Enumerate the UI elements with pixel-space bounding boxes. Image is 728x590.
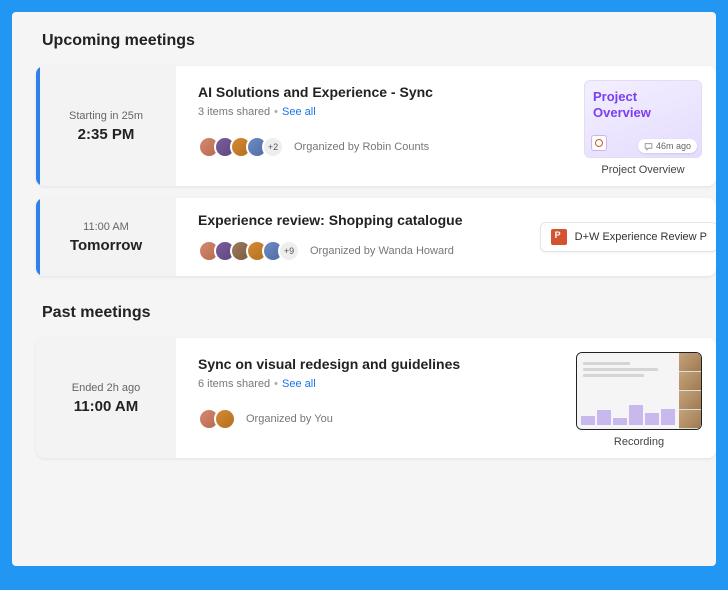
attendee-avatars[interactable] xyxy=(198,408,236,430)
organizer-label: Organized by Wanda Howard xyxy=(310,245,454,257)
meeting-title: AI Solutions and Experience - Sync xyxy=(198,84,568,100)
attachment-caption: Project Overview xyxy=(601,164,684,176)
organizer-label: Organized by Robin Counts xyxy=(294,141,429,153)
powerpoint-icon xyxy=(551,229,567,245)
meeting-card[interactable]: Ended 2h ago 11:00 AM Sync on visual red… xyxy=(36,338,716,458)
recording-thumbnail[interactable] xyxy=(576,352,702,430)
shared-count: 6 items shared xyxy=(198,378,270,390)
meeting-content: Experience review: Shopping catalogue +9… xyxy=(176,198,540,276)
file-attachment[interactable]: D+W Experience Review P xyxy=(540,222,716,252)
attendee-row: +2 Organized by Robin Counts xyxy=(198,136,568,158)
attachment-column: D+W Experience Review P xyxy=(540,198,716,276)
meeting-content: AI Solutions and Experience - Sync 3 ite… xyxy=(176,66,584,186)
meeting-time: Ended 2h ago 11:00 AM xyxy=(36,338,176,458)
time-relative: Starting in 25m xyxy=(69,110,143,122)
attachment-column: Recording xyxy=(576,338,716,458)
attendee-avatars[interactable]: +2 xyxy=(198,136,284,158)
organizer-label: Organized by You xyxy=(246,413,333,425)
attachment-thumbnail[interactable]: Project Overview 46m ago xyxy=(584,80,702,158)
shared-info: 6 items shared • See all xyxy=(198,378,560,390)
time-relative: Ended 2h ago xyxy=(72,382,141,394)
attendee-row: +9 Organized by Wanda Howard xyxy=(198,240,524,262)
time-badge: 46m ago xyxy=(638,139,697,153)
see-all-link[interactable]: See all xyxy=(282,378,316,390)
time-relative: Tomorrow xyxy=(70,237,142,254)
attendee-avatars[interactable]: +9 xyxy=(198,240,300,262)
attachment-column: Project Overview 46m ago Project Overvie… xyxy=(584,66,716,186)
recording-preview xyxy=(577,353,679,429)
avatar-overflow[interactable]: +9 xyxy=(278,240,300,262)
attachment-caption: Recording xyxy=(614,436,664,448)
meetings-panel: Upcoming meetings Starting in 25m 2:35 P… xyxy=(12,12,716,566)
separator-dot: • xyxy=(274,378,278,390)
upcoming-section-title: Upcoming meetings xyxy=(36,32,716,50)
avatar-overflow[interactable]: +2 xyxy=(262,136,284,158)
meeting-title: Experience review: Shopping catalogue xyxy=(198,212,524,228)
meeting-title: Sync on visual redesign and guidelines xyxy=(198,356,560,372)
meeting-card[interactable]: 11:00 AM Tomorrow Experience review: Sho… xyxy=(36,198,716,276)
shared-info: 3 items shared • See all xyxy=(198,106,568,118)
avatar xyxy=(214,408,236,430)
attendee-row: Organized by You xyxy=(198,408,560,430)
meeting-content: Sync on visual redesign and guidelines 6… xyxy=(176,338,576,458)
meeting-card[interactable]: Starting in 25m 2:35 PM AI Solutions and… xyxy=(36,66,716,186)
comment-icon xyxy=(644,142,653,151)
see-all-link[interactable]: See all xyxy=(282,106,316,118)
file-name: D+W Experience Review P xyxy=(575,231,707,243)
meeting-time: Starting in 25m 2:35 PM xyxy=(36,66,176,186)
time-clock: 11:00 AM xyxy=(83,221,129,233)
past-section-title: Past meetings xyxy=(36,304,716,322)
time-clock: 2:35 PM xyxy=(78,126,135,143)
separator-dot: • xyxy=(274,106,278,118)
meeting-time: 11:00 AM Tomorrow xyxy=(36,198,176,276)
powerpoint-icon xyxy=(591,135,607,151)
time-clock: 11:00 AM xyxy=(74,398,138,415)
thumbnail-title: Project Overview xyxy=(593,89,693,120)
shared-count: 3 items shared xyxy=(198,106,270,118)
participant-strip xyxy=(679,353,701,429)
